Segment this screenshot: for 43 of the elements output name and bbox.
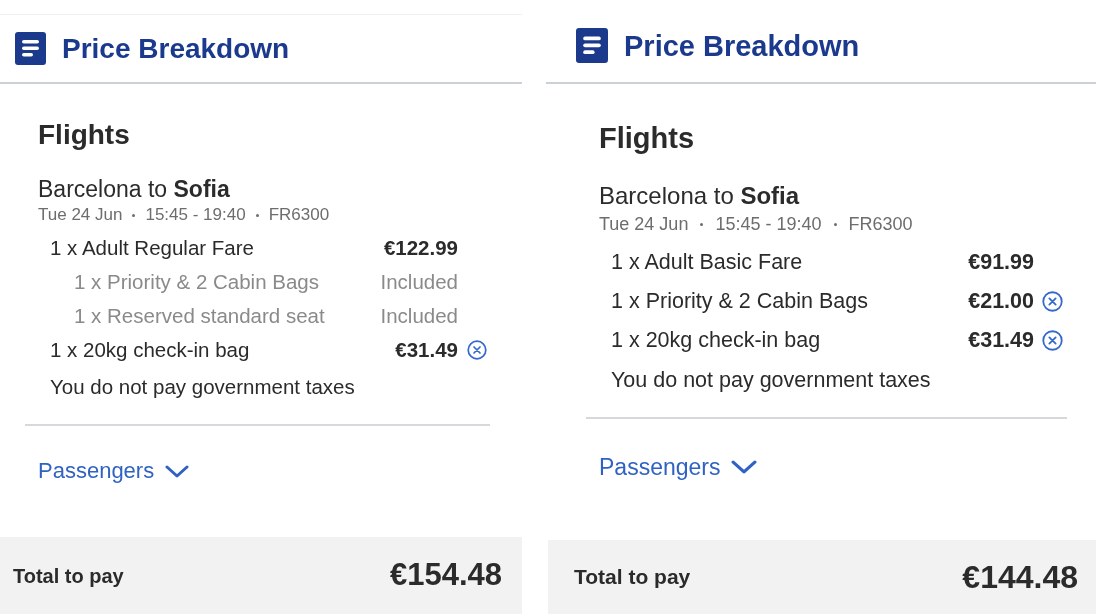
total-amount: €144.48	[962, 558, 1078, 597]
line-item-label: 1 x Priority & 2 Cabin Bags	[611, 288, 869, 316]
flight-time: 15:45 - 19:40	[145, 204, 246, 226]
flight-date: Tue 24 Jun	[599, 213, 689, 236]
line-item-price: €91.99	[968, 249, 1034, 277]
total-amount: €154.48	[389, 556, 502, 595]
flight-route: Barcelona to Sofia	[599, 181, 801, 211]
line-item-label: 1 x Adult Basic Fare	[611, 249, 804, 277]
line-item-label: 1 x 20kg check-in bag	[611, 327, 822, 355]
document-icon	[15, 32, 46, 65]
panel-title: Price Breakdown	[624, 28, 860, 63]
line-item-price: Included	[380, 302, 458, 329]
total-label: Total to pay	[13, 563, 124, 589]
passengers-toggle[interactable]: Passengers	[599, 453, 758, 481]
remove-icon[interactable]	[1042, 330, 1063, 351]
dot-separator-icon	[700, 222, 704, 226]
flight-number: FR6300	[848, 213, 913, 236]
total-label: Total to pay	[574, 564, 691, 591]
document-icon	[576, 28, 608, 63]
section-title: Flights	[599, 121, 696, 156]
tax-note: You do not pay government taxes	[49, 374, 356, 400]
flight-time: 15:45 - 19:40	[715, 213, 822, 236]
line-item-label: 1 x Reserved standard seat	[74, 302, 326, 329]
dot-separator-icon	[255, 213, 259, 217]
passengers-toggle[interactable]: Passengers	[38, 458, 190, 484]
section-title: Flights	[38, 119, 131, 151]
line-item-price: Included	[380, 268, 458, 295]
line-item-label: 1 x Priority & 2 Cabin Bags	[74, 268, 320, 295]
line-item-price: €122.99	[383, 234, 458, 261]
line-item-label: 1 x Adult Regular Fare	[50, 234, 255, 261]
tax-note: You do not pay government taxes	[610, 367, 932, 394]
line-item-label: 1 x 20kg check-in bag	[50, 336, 251, 363]
dot-separator-icon	[132, 213, 136, 217]
panel-title: Price Breakdown	[62, 31, 290, 66]
flight-number: FR6300	[268, 204, 330, 226]
dot-separator-icon	[833, 222, 837, 226]
line-item-price: €21.00	[968, 288, 1034, 316]
flight-date: Tue 24 Jun	[38, 204, 123, 226]
flight-route: Barcelona to Sofia	[38, 175, 231, 203]
line-item-price: €31.49	[395, 336, 458, 363]
line-item-price: €31.49	[968, 327, 1034, 355]
remove-icon[interactable]	[467, 340, 487, 360]
remove-icon[interactable]	[1042, 291, 1063, 312]
